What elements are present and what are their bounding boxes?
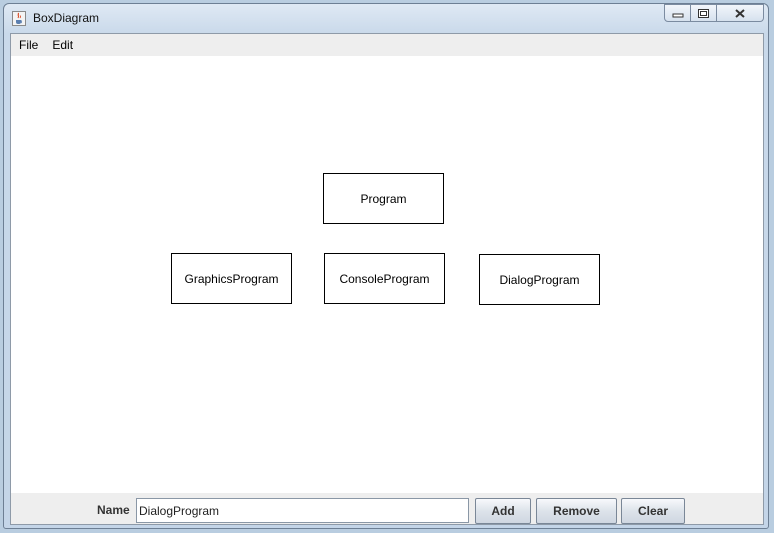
close-icon bbox=[735, 9, 745, 18]
java-cup-icon bbox=[12, 11, 26, 26]
client-area: File Edit Program GraphicsProgram Consol… bbox=[10, 33, 764, 525]
remove-button[interactable]: Remove bbox=[536, 498, 617, 524]
diagram-canvas[interactable]: Program GraphicsProgram ConsoleProgram D… bbox=[11, 56, 763, 493]
caption-buttons bbox=[664, 4, 764, 24]
clear-button[interactable]: Clear bbox=[621, 498, 685, 524]
name-label: Name bbox=[97, 503, 130, 517]
menu-edit[interactable]: Edit bbox=[45, 34, 80, 56]
name-input[interactable] bbox=[136, 498, 469, 523]
diagram-box-graphicsprogram[interactable]: GraphicsProgram bbox=[171, 253, 292, 304]
menu-file[interactable]: File bbox=[12, 34, 45, 56]
title-bar[interactable]: BoxDiagram bbox=[4, 4, 768, 34]
restore-icon bbox=[698, 9, 709, 18]
diagram-box-consoleprogram[interactable]: ConsoleProgram bbox=[324, 253, 445, 304]
diagram-box-program[interactable]: Program bbox=[323, 173, 444, 224]
app-window: BoxDiagram File Edit Program GraphicsPro… bbox=[3, 3, 769, 529]
restore-button[interactable] bbox=[691, 4, 717, 22]
menu-bar: File Edit bbox=[11, 34, 763, 56]
diagram-box-dialogprogram[interactable]: DialogProgram bbox=[479, 254, 600, 305]
minimize-button[interactable] bbox=[664, 4, 691, 22]
control-panel: Name Add Remove Clear bbox=[11, 493, 763, 524]
add-button[interactable]: Add bbox=[475, 498, 531, 524]
close-button[interactable] bbox=[717, 4, 764, 22]
window-title: BoxDiagram bbox=[33, 11, 100, 25]
minimize-icon bbox=[672, 13, 684, 18]
